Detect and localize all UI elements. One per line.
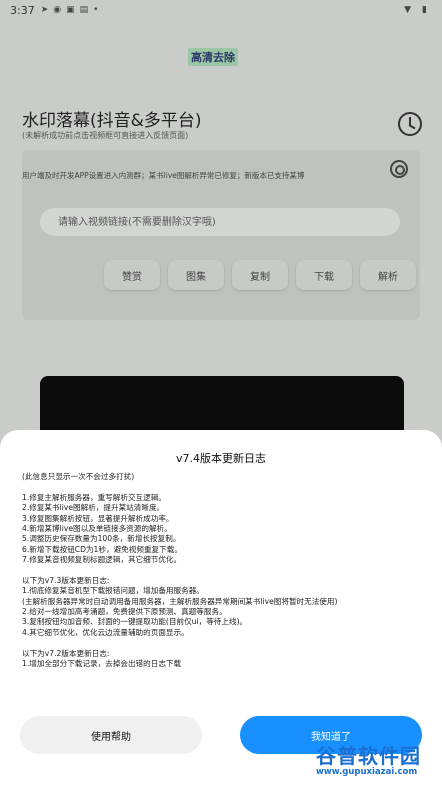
log-line: 6.新增下载按钮CD为1秒，避免视频重复下载。 xyxy=(22,544,182,554)
gallery-button[interactable]: 图集 xyxy=(168,260,224,290)
page-title: 水印落幕(抖音&多平台) xyxy=(22,111,202,131)
log-line: 4.其它细节优化，优化云边流量辅助的页面显示。 xyxy=(22,627,189,637)
log-line: 4.新增某博live图以及单链接多资源的解析。 xyxy=(22,523,172,533)
wifi-icon: ▼ xyxy=(404,5,412,15)
url-input[interactable] xyxy=(40,208,400,236)
status-bar: 3:37 ➤ ◉ ▣ ▤ • ▼ ▮ xyxy=(0,0,442,20)
parse-button[interactable]: 解析 xyxy=(360,260,416,290)
log-line: 1.彻底修复某音机型下载报错问题，增加备用服务器。 xyxy=(22,586,204,596)
app-logo: 高清去除 xyxy=(188,48,238,66)
log-line: (此信息只显示一次不会过多打扰) xyxy=(22,472,135,481)
status-time: 3:37 xyxy=(10,3,35,17)
update-log-dialog: v7.4版本更新日志 (此信息只显示一次不会过多打扰) 1.修复主解析服务器，重… xyxy=(0,430,442,786)
log-line: 1.修复主解析服务器，重写解析交互逻辑。 xyxy=(22,492,166,502)
log-line: 2.给对一线增加高考涌题，免费提供下原预测、真题等服务。 xyxy=(22,607,227,617)
copy-button[interactable]: 复制 xyxy=(232,260,288,290)
site-watermark: 谷普软件园 www.gupuxiazai.com xyxy=(316,740,442,786)
log-line: 以下为v7.2版本更新日志: xyxy=(22,648,110,658)
android-icon: ▣ xyxy=(66,5,75,15)
log-line: 5.调整历史保存数量为100条，新增长按复制。 xyxy=(22,534,181,544)
log-line: 3.修复图集解析按钮，显著提升解析成功率。 xyxy=(22,513,174,523)
log-line: 1.增加全部分下载记录，去掉会出错的日志下载 xyxy=(22,659,182,669)
log-line: 以下为v7.3版本更新日志: xyxy=(22,575,110,585)
log-line: (主解析服务器异常时自动调用备用服务器，主解析服务器异常期间某书live图将暂时… xyxy=(22,596,338,606)
update-log-text: (此信息只显示一次不会过多打扰) 1.修复主解析服务器，重写解析交互逻辑。 2.… xyxy=(22,472,422,686)
history-icon[interactable] xyxy=(398,112,422,136)
dot-icon: • xyxy=(93,5,99,15)
location-icon: ➤ xyxy=(40,5,49,15)
help-button[interactable]: 使用帮助 xyxy=(20,716,202,754)
gear-icon[interactable] xyxy=(390,160,408,178)
telegram-icon: ◉ xyxy=(53,5,62,15)
log-line: 2.修复某书live图解析，提升某站清晰度。 xyxy=(22,503,165,513)
page-subtitle: (未解析成功前点击视频框可直接进入反馈页面) xyxy=(22,131,189,140)
watermark-url: www.gupuxiazai.com xyxy=(316,767,418,777)
reward-button[interactable]: 赞赏 xyxy=(104,260,160,290)
app-icon: ▤ xyxy=(79,5,89,15)
download-button[interactable]: 下载 xyxy=(296,260,352,290)
log-line: 7.修复某音视频复制标题逻辑，其它细节优化。 xyxy=(22,555,182,565)
action-buttons: 赞赏 图集 复制 下载 解析 xyxy=(104,260,416,290)
parser-card: 用户端及时开发APP设置进入内测群；某书live图解析异常已修复；新版本已支持某… xyxy=(22,150,420,320)
watermark-title: 谷普软件园 xyxy=(316,744,421,768)
log-line: 3.复制按钮均加音频、封面的一键提取功能(目前仅ui，等待上线)。 xyxy=(22,617,248,627)
notice-marquee: 用户端及时开发APP设置进入内测群；某书live图解析异常已修复；新版本已支持某… xyxy=(22,171,305,180)
dialog-title: v7.4版本更新日志 xyxy=(175,452,266,465)
battery-icon: ▮ xyxy=(422,5,427,15)
